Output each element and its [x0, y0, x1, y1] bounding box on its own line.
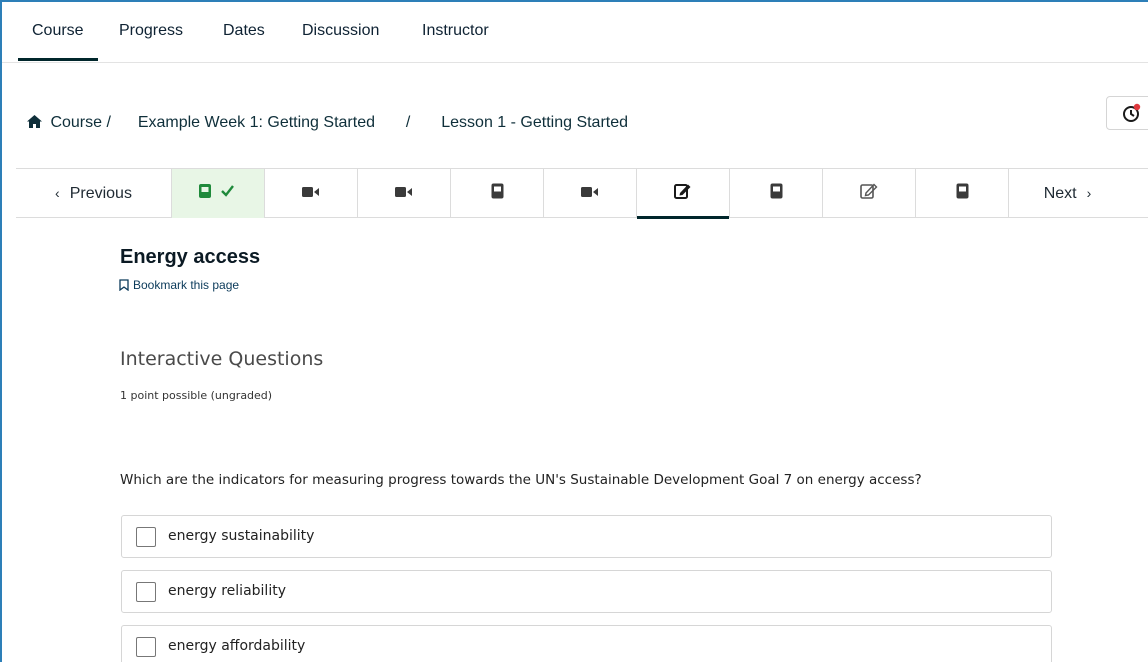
edit-icon: [860, 183, 878, 204]
video-icon: [302, 185, 320, 203]
tab-dates[interactable]: Dates: [223, 22, 265, 40]
breadcrumb: Course / Example Week 1: Getting Started…: [26, 114, 628, 134]
bookmark-label: Bookmark this page: [133, 278, 240, 292]
chevron-right-icon: ›: [1086, 184, 1092, 201]
unit-5-button[interactable]: [544, 169, 637, 218]
checkbox[interactable]: [136, 527, 156, 547]
bookmark-button[interactable]: Bookmark this page: [119, 278, 239, 292]
breadcrumb-separator: /: [405, 114, 411, 131]
tab-instructor[interactable]: Instructor: [422, 22, 489, 40]
book-icon: [956, 183, 969, 204]
checkbox[interactable]: [136, 637, 156, 657]
chevron-left-icon: ‹: [55, 184, 60, 201]
choice-option[interactable]: energy sustainability: [121, 515, 1052, 558]
next-label: Next: [1043, 184, 1077, 202]
unit-1-button[interactable]: [172, 169, 265, 218]
choice-label: energy affordability: [168, 638, 306, 654]
bookmark-icon: [119, 278, 133, 292]
checkbox[interactable]: [136, 582, 156, 602]
video-icon: [395, 185, 413, 203]
book-icon: [770, 183, 783, 204]
edit-icon: [674, 183, 692, 204]
problem-points: 1 point possible (ungraded): [120, 389, 273, 402]
clock-notification-icon: [1121, 103, 1141, 128]
course-page: Course Progress Dates Discussion Instruc…: [0, 0, 1148, 662]
breadcrumb-lesson-link[interactable]: Lesson 1 - Getting Started: [441, 114, 628, 131]
tab-progress[interactable]: Progress: [119, 22, 183, 40]
unit-7-button[interactable]: [730, 169, 823, 218]
course-tabs: Course Progress Dates Discussion Instruc…: [2, 2, 1148, 63]
home-icon: [26, 114, 46, 134]
unit-4-button[interactable]: [451, 169, 544, 218]
unit-title: Energy access: [120, 246, 261, 268]
unit-3-button[interactable]: [358, 169, 451, 218]
breadcrumb-home-link[interactable]: Course /: [50, 114, 110, 131]
breadcrumb-week-link[interactable]: Example Week 1: Getting Started: [138, 114, 375, 131]
notifications-button[interactable]: [1106, 96, 1148, 130]
problem-title: Interactive Questions: [120, 348, 324, 370]
tab-discussion[interactable]: Discussion: [302, 22, 379, 40]
tab-course[interactable]: Course: [18, 22, 98, 61]
book-check-icon: [198, 183, 238, 204]
choice-label: energy reliability: [168, 583, 286, 599]
choice-label: energy sustainability: [168, 528, 315, 544]
previous-label-wrap: ‹ Previous: [55, 185, 132, 203]
question-text: Which are the indicators for measuring p…: [120, 472, 922, 488]
unit-9-button[interactable]: [916, 169, 1009, 218]
sequence-navigation: ‹ Previous Next ›: [16, 168, 1148, 219]
previous-label: Previous: [69, 184, 132, 202]
choice-option[interactable]: energy affordability: [121, 625, 1052, 662]
unit-8-button[interactable]: [823, 169, 916, 218]
next-label-wrap: Next ›: [1044, 185, 1092, 203]
unit-6-button[interactable]: [637, 169, 730, 219]
previous-button[interactable]: ‹ Previous: [16, 169, 172, 218]
unit-2-button[interactable]: [265, 169, 358, 218]
video-icon: [581, 185, 599, 203]
choice-option[interactable]: energy reliability: [121, 570, 1052, 613]
next-button[interactable]: Next ›: [1009, 169, 1148, 218]
book-icon: [491, 183, 504, 204]
